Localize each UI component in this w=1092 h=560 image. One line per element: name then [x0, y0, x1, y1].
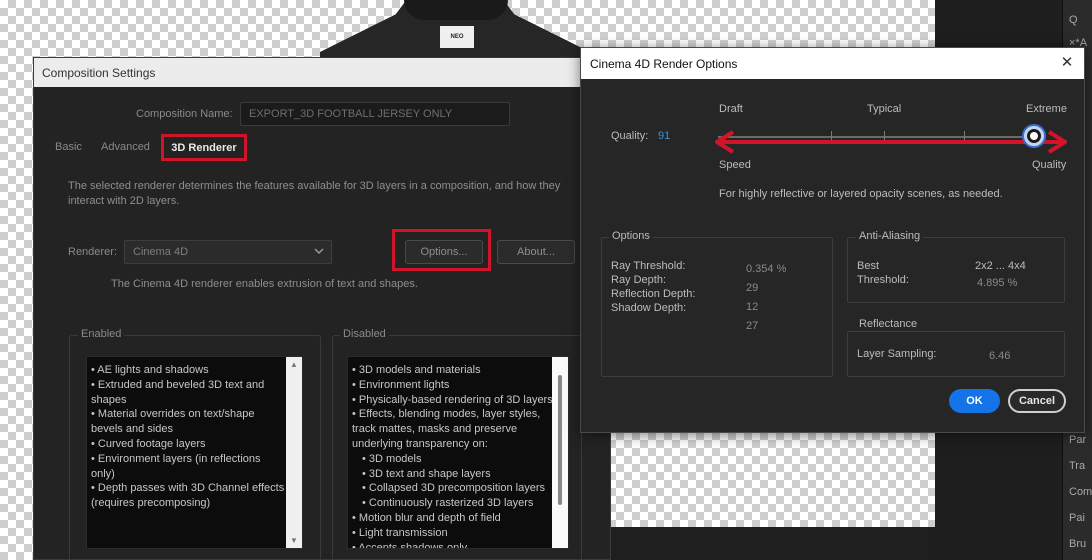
scroll-down-icon[interactable]: ▼ [290, 536, 298, 545]
composition-name-label: Composition Name: [136, 108, 233, 120]
disabled-list[interactable]: • 3D models and materials • Environment l… [347, 356, 569, 549]
list-item: • 3D text and shape layers [362, 467, 491, 480]
list-item: • Physically-based rendering of 3D layer… [352, 393, 553, 406]
close-icon[interactable]: ✕ [1058, 54, 1076, 72]
aa-best-value[interactable]: 2x2 ... 4x4 [975, 260, 1026, 272]
cinema4d-render-options-dialog: Cinema 4D Render Options ✕ Draft Typical… [580, 47, 1085, 433]
ray-depth-label: Ray Depth: [611, 274, 667, 286]
list-item: • Extruded and beveled 3D text and [91, 378, 265, 391]
composition-settings-dialog: Composition Settings Composition Name: E… [33, 57, 611, 560]
aa-threshold-value[interactable]: 4.895 % [977, 277, 1017, 289]
slider-label-draft: Draft [719, 103, 743, 115]
enabled-label: Enabled [78, 328, 125, 340]
slider-label-typical: Typical [867, 103, 902, 115]
quality-slider-thumb[interactable] [1024, 126, 1044, 146]
list-item: • Environment layers (in reflections [91, 452, 261, 465]
reflection-depth-label: Reflection Depth: [611, 288, 696, 300]
panel-tab-paint[interactable]: Pai [1069, 512, 1085, 524]
list-item: • Collapsed 3D precomposition layers [362, 482, 545, 495]
slider-label-speed: Speed [719, 159, 751, 171]
timeline-strip [610, 527, 935, 560]
anti-aliasing-title: Anti-Aliasing [856, 230, 924, 242]
renderer-label: Renderer: [68, 246, 117, 258]
jersey-collar [404, 0, 508, 20]
layer-sampling-label: Layer Sampling: [857, 348, 937, 360]
list-item: • Material overrides on text/shape [91, 408, 255, 421]
ok-button[interactable]: OK [949, 389, 1000, 413]
list-item: shapes [91, 393, 127, 406]
renderer-description: The selected renderer determines the fea… [68, 180, 561, 207]
list-item: • Environment lights [352, 378, 450, 391]
chevron-down-icon [313, 245, 325, 257]
dialog-titlebar[interactable]: Composition Settings [34, 58, 610, 87]
panel-tab-content[interactable]: Com [1069, 486, 1092, 498]
list-item: • Continuously rasterized 3D layers [362, 497, 534, 510]
ray-depth-value[interactable]: 29 [746, 282, 758, 294]
renderer-value: Cinema 4D [133, 246, 189, 258]
list-item: • Light transmission [352, 526, 448, 539]
ray-threshold-label: Ray Threshold: [611, 260, 686, 272]
renderer-select[interactable]: Cinema 4D [124, 240, 332, 264]
red-double-arrow-annotation [715, 130, 1067, 154]
disabled-scrollbar[interactable] [552, 357, 568, 548]
panel-tab-brushes[interactable]: Bru [1069, 538, 1086, 550]
list-item: • 3D models and materials [352, 364, 481, 376]
dialog-titlebar[interactable]: Cinema 4D Render Options ✕ [581, 48, 1084, 79]
list-item: • Motion blur and depth of field [352, 511, 501, 524]
list-item: • 3D models [362, 452, 422, 465]
list-item: track mattes, masks and preserve [352, 423, 518, 436]
list-item: • AE lights and shadows [91, 364, 209, 376]
renderer-note: The Cinema 4D renderer enables extrusion… [111, 278, 418, 290]
cancel-button[interactable]: Cancel [1008, 389, 1066, 413]
scroll-up-icon[interactable]: ▲ [290, 360, 298, 369]
scrollbar-thumb[interactable] [558, 375, 562, 505]
aa-best-label: Best [857, 260, 880, 272]
dialog-title: Cinema 4D Render Options [590, 57, 738, 71]
dialog-title: Composition Settings [42, 66, 156, 80]
tab-3d-renderer[interactable]: 3D Renderer [161, 134, 247, 161]
options-group-title: Options [609, 230, 653, 242]
list-item: only) [91, 467, 115, 480]
jersey-tag: NEO [440, 26, 474, 48]
enabled-list[interactable]: • AE lights and shadows • Extruded and be… [86, 356, 303, 549]
quality-label: Quality: [611, 130, 649, 142]
quality-value[interactable]: 91 [658, 130, 670, 142]
options-button[interactable]: Options... [405, 240, 483, 264]
composition-name-input[interactable]: EXPORT_3D FOOTBALL JERSEY ONLY [240, 102, 510, 126]
anti-aliasing-group [847, 237, 1065, 303]
quality-hint: For highly reflective or layered opacity… [719, 188, 1003, 200]
shadow-depth-label: Shadow Depth: [611, 302, 687, 314]
tab-advanced[interactable]: Advanced [101, 141, 150, 153]
panel-glyph[interactable]: Q [1069, 14, 1078, 26]
list-item: • Curved footage layers [91, 437, 206, 450]
reflectance-title: Reflectance [856, 318, 921, 330]
slider-label-quality: Quality [1032, 159, 1067, 171]
tab-basic[interactable]: Basic [55, 141, 82, 153]
list-item: • Depth passes with 3D Channel effects [91, 482, 285, 495]
about-button[interactable]: About... [497, 240, 575, 264]
reflection-depth-value[interactable]: 12 [746, 301, 758, 313]
slider-label-extreme: Extreme [1026, 103, 1067, 115]
panel-tab-tracker[interactable]: Tra [1069, 460, 1085, 472]
shadow-depth-value[interactable]: 27 [746, 320, 758, 332]
disabled-label: Disabled [340, 328, 389, 340]
list-item: underlying transparency on: [352, 437, 488, 450]
panel-tab-paragraph[interactable]: Par [1069, 434, 1086, 446]
list-item: (requires precomposing) [91, 497, 211, 510]
ray-threshold-value[interactable]: 0.354 % [746, 263, 786, 275]
list-item: • Accepts shadows only [352, 541, 468, 549]
layer-sampling-value[interactable]: 6.46 [989, 350, 1010, 362]
list-item: • Effects, blending modes, layer styles, [352, 408, 541, 421]
list-item: bevels and sides [91, 423, 173, 436]
enabled-scrollbar[interactable]: ▲ ▼ [286, 357, 302, 548]
aa-threshold-label: Threshold: [857, 274, 909, 286]
